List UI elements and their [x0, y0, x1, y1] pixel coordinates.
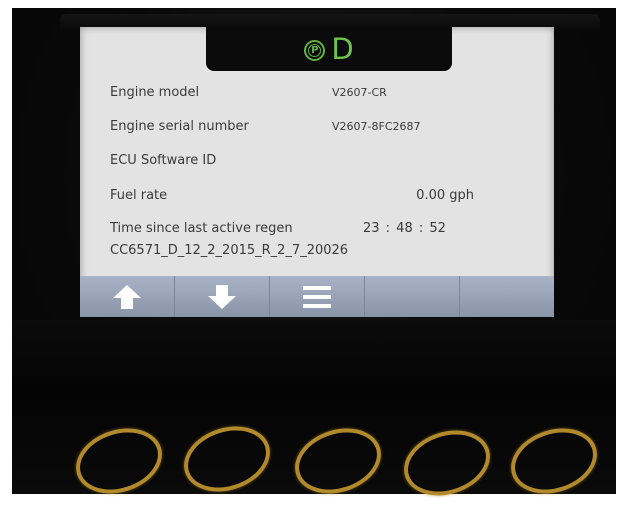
softkey-5-button[interactable] [460, 276, 554, 317]
menu-button[interactable] [270, 276, 365, 317]
up-arrow-icon [113, 284, 141, 309]
gear-indicator: P D [206, 27, 452, 71]
display-screen: P D Engine model V2607-CR Engine serial … [80, 27, 554, 317]
row-value: 23 : 48 : 52 [363, 221, 446, 236]
ecu-software-id-value: CC6571_D_12_2_2015_R_2_7_20026 [110, 243, 349, 258]
menu-icon [303, 285, 331, 308]
park-brake-icon: P [304, 40, 326, 61]
info-row-engine-model: Engine model V2607-CR [110, 83, 534, 103]
row-value: 0.00 gph [416, 188, 474, 203]
row-value: V2607-8FC2687 [332, 120, 421, 133]
row-label: Engine serial number [110, 119, 249, 134]
info-row-ecu-software-id: ECU Software ID [110, 151, 534, 171]
row-label: Fuel rate [110, 188, 168, 203]
park-brake-symbol: P [308, 44, 322, 57]
info-row-fuel-rate: Fuel rate 0.00 gph [110, 186, 534, 206]
row-label: ECU Software ID [110, 153, 217, 168]
softkey-4-button[interactable] [365, 276, 460, 317]
row-label: Engine model [110, 85, 200, 100]
info-row-engine-serial: Engine serial number V2607-8FC2687 [110, 117, 534, 137]
scroll-down-button[interactable] [175, 276, 270, 317]
info-row-regen-time: Time since last active regen 23 : 48 : 5… [110, 219, 534, 239]
row-label: Time since last active regen [110, 221, 293, 236]
scroll-up-button[interactable] [80, 276, 175, 317]
row-value: V2607-CR [332, 86, 387, 99]
softkey-toolbar [80, 276, 554, 317]
down-arrow-icon [208, 284, 236, 309]
gear-letter: D [331, 31, 354, 66]
